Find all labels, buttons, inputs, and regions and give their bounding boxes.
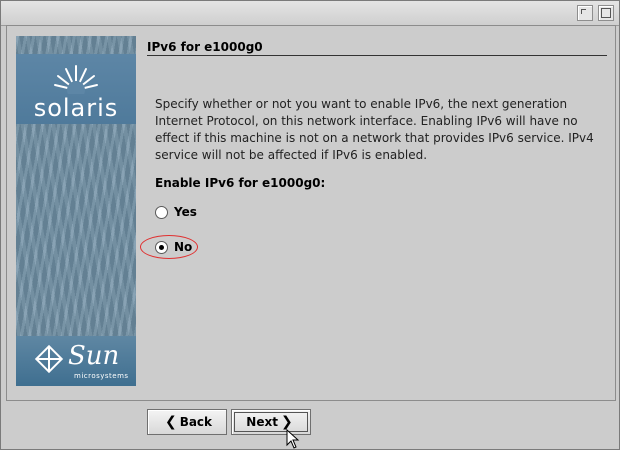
chevron-right-icon: ❯ <box>280 414 293 430</box>
sun-logo-icon <box>34 344 64 374</box>
page-title: IPv6 for e1000g0 <box>147 40 263 54</box>
title-divider <box>147 55 607 56</box>
minimize-icon <box>581 9 586 14</box>
solaris-logo: solaris <box>16 54 136 124</box>
installer-window: solaris Sun microsystems IPv6 for e1000g… <box>0 0 620 450</box>
next-button-label: Next <box>246 415 278 429</box>
chevron-left-icon: ❮ <box>164 414 177 430</box>
radio-yes-label[interactable]: Yes <box>174 205 197 219</box>
wizard-content: solaris Sun microsystems IPv6 for e1000g… <box>6 25 616 401</box>
title-bar[interactable] <box>1 1 619 26</box>
solaris-wordmark: solaris <box>33 94 119 122</box>
branding-sidebar: solaris Sun microsystems <box>16 36 136 386</box>
microsystems-label: microsystems <box>74 372 129 380</box>
highlight-annotation <box>140 235 198 259</box>
radio-button-yes[interactable] <box>155 205 168 219</box>
maximize-icon <box>601 8 611 18</box>
sun-rays-icon <box>54 65 98 94</box>
back-button[interactable]: ❮ Back <box>147 409 227 435</box>
question-label: Enable IPv6 for e1000g0: <box>155 176 326 190</box>
sun-wordmark: Sun <box>68 341 120 371</box>
maximize-button[interactable] <box>598 5 614 21</box>
mouse-cursor-icon <box>286 429 300 449</box>
description-text: Specify whether or not you want to enabl… <box>155 97 594 162</box>
back-button-label: Back <box>179 415 213 429</box>
radio-yes[interactable]: Yes <box>155 205 197 219</box>
minimize-button[interactable] <box>577 5 593 21</box>
